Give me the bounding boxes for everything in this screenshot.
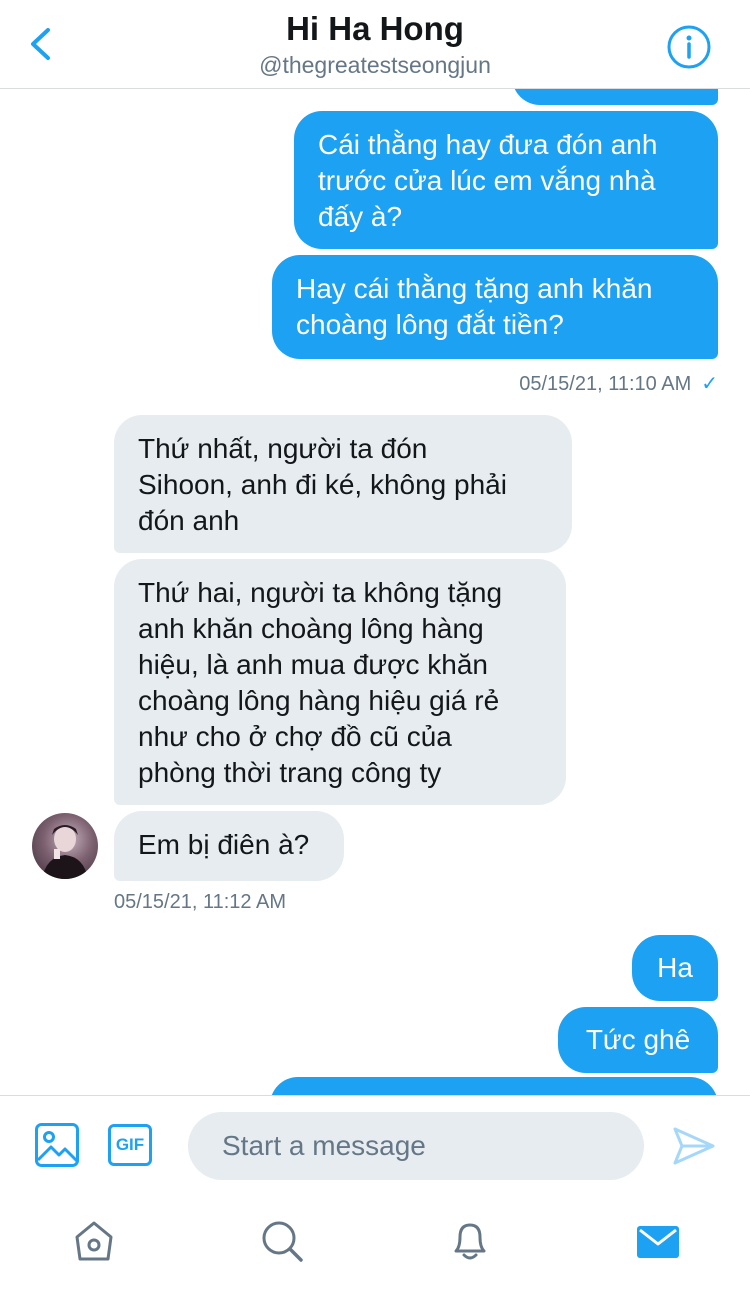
conversation-title[interactable]: Hi Ha Hong	[0, 10, 750, 48]
notifications-icon[interactable]	[448, 1219, 492, 1263]
conversation-header: Hi Ha Hong @thegreatestseongjun	[0, 0, 750, 89]
message-bubble-incoming[interactable]: Em bị điên à?	[114, 811, 344, 881]
conversation-handle: @thegreatestseongjun	[259, 52, 491, 78]
message-bubble-cutoff	[270, 1077, 718, 1095]
message-bubble-outgoing[interactable]: Cái thằng hay đưa đón anh trước cửa lúc …	[294, 111, 718, 249]
message-bubble-outgoing[interactable]: Ha	[632, 935, 718, 1001]
home-icon[interactable]	[72, 1219, 116, 1263]
messages-icon[interactable]	[636, 1225, 680, 1259]
message-bubble-outgoing[interactable]: Tức ghê	[558, 1007, 718, 1073]
message-timestamp: 05/15/21, 11:10 AM ✓	[519, 373, 718, 395]
dm-conversation-screen: Hi Ha Hong @thegreatestseongjun Cái thằn…	[0, 0, 750, 1294]
message-bubble-incoming[interactable]: Thứ hai, người ta không tặng anh khăn ch…	[114, 559, 566, 805]
image-icon[interactable]	[34, 1122, 80, 1168]
message-list[interactable]: Cái thằng hay đưa đón anh trước cửa lúc …	[0, 89, 750, 1095]
message-bubble-cutoff	[512, 89, 718, 105]
message-bubble-incoming[interactable]: Thứ nhất, người ta đón Sihoon, anh đi ké…	[114, 415, 572, 553]
gif-button[interactable]: GIF	[108, 1124, 152, 1166]
message-input[interactable]	[188, 1112, 644, 1180]
message-timestamp: 05/15/21, 11:12 AM	[114, 891, 286, 913]
info-icon[interactable]	[666, 24, 712, 70]
avatar-image	[42, 825, 88, 879]
send-icon[interactable]	[672, 1126, 716, 1166]
tab-bar	[0, 1199, 750, 1294]
message-bubble-outgoing[interactable]: Hay cái thằng tặng anh khăn choàng lông …	[272, 255, 718, 359]
sent-check-icon: ✓	[701, 373, 718, 395]
message-composer: GIF	[0, 1095, 750, 1200]
search-icon[interactable]	[260, 1219, 304, 1263]
avatar[interactable]	[32, 813, 98, 879]
